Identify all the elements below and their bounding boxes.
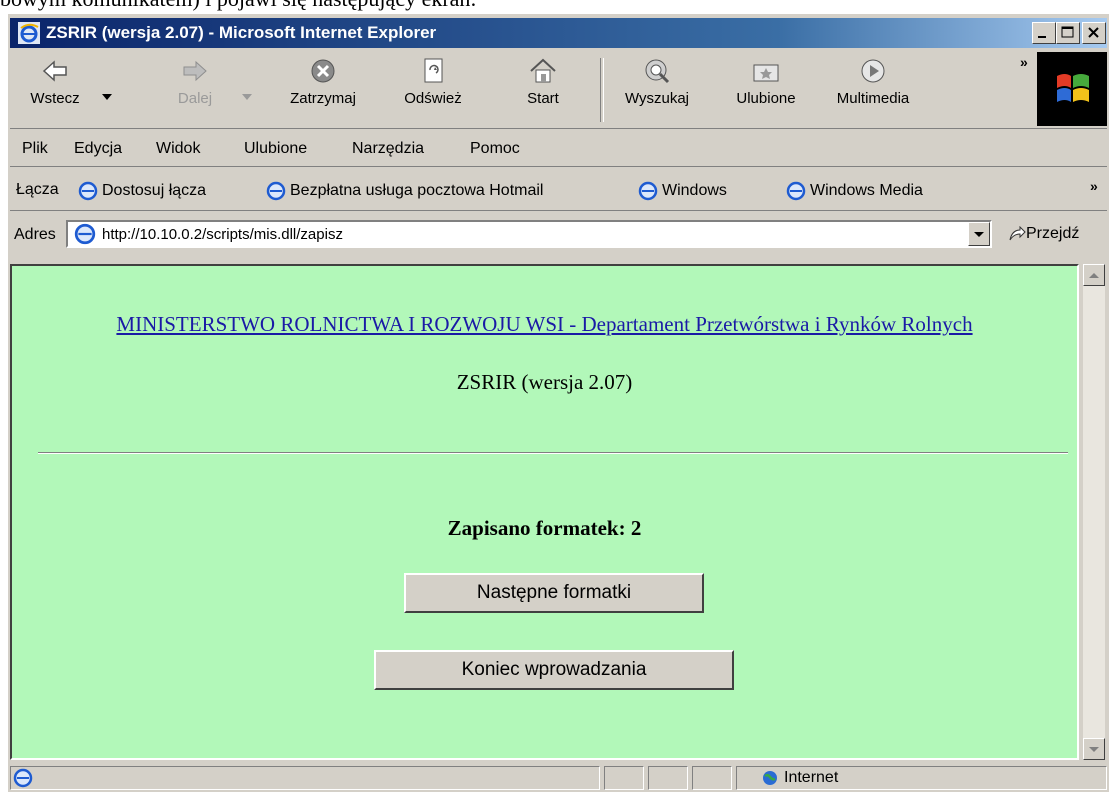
back-label: Wstecz <box>30 90 80 107</box>
scroll-up-icon <box>1089 273 1099 278</box>
address-input[interactable]: http://10.10.0.2/scripts/mis.dll/zapisz <box>66 220 992 248</box>
back-button[interactable]: Wstecz <box>20 56 90 107</box>
ministry-header-link[interactable]: MINISTERSTWO ROLNICTWA I ROZWOJU WSI - D… <box>42 308 1047 340</box>
saved-forms-message: Zapisano formatek: 2 <box>447 516 642 540</box>
media-label: Multimedia <box>836 90 910 107</box>
end-input-button[interactable]: Koniec wprowadzania <box>374 650 734 690</box>
status-pane <box>648 766 688 790</box>
media-button[interactable]: Multimedia <box>824 56 922 107</box>
home-label: Start <box>527 90 559 107</box>
menu-tools[interactable]: Narzędzia <box>352 140 424 158</box>
scroll-down-button[interactable] <box>1083 738 1105 760</box>
home-button[interactable]: Start <box>518 56 568 107</box>
close-button[interactable] <box>1082 22 1106 44</box>
maximize-icon <box>1061 26 1074 38</box>
minimize-button[interactable] <box>1032 22 1056 44</box>
link-customize[interactable]: Dostosuj łącza <box>78 181 206 201</box>
link-windows-media[interactable]: Windows Media <box>786 181 923 201</box>
windows-logo-icon <box>1037 52 1107 126</box>
refresh-label: Odśwież <box>404 90 462 107</box>
link-windows[interactable]: Windows <box>638 181 727 201</box>
horizontal-rule <box>38 452 1068 454</box>
chevron-down-icon <box>974 232 984 237</box>
ie-page-icon <box>266 181 286 201</box>
search-button[interactable]: Wyszukaj <box>614 56 700 107</box>
menu-favorites[interactable]: Ulubione <box>244 140 307 158</box>
status-bar: Internet <box>10 762 1107 792</box>
address-bar: Adres http://10.10.0.2/scripts/mis.dll/z… <box>10 214 1107 254</box>
ie-page-icon <box>786 181 806 201</box>
favorites-folder-icon <box>753 64 779 82</box>
menu-edit[interactable]: Edycja <box>74 140 122 158</box>
link-windows-media-label: Windows Media <box>810 182 923 200</box>
globe-icon <box>763 770 777 785</box>
back-dropdown-icon[interactable] <box>102 94 112 102</box>
forward-label: Dalej <box>177 90 213 107</box>
media-icon <box>861 59 885 83</box>
ie-page-icon <box>13 768 33 788</box>
scroll-down-icon <box>1089 747 1099 752</box>
ie-page-icon <box>78 181 98 201</box>
ie-app-icon <box>18 22 40 44</box>
forward-button[interactable]: Dalej <box>160 56 230 107</box>
stop-icon <box>311 59 335 83</box>
forward-arrow-icon <box>183 60 207 82</box>
minimize-icon <box>1038 36 1046 38</box>
link-hotmail[interactable]: Bezpłatna usługa pocztowa Hotmail <box>266 181 543 201</box>
menu-bar: Plik Edycja Widok Ulubione Narzędzia Pom… <box>10 132 1107 167</box>
next-forms-button[interactable]: Następne formatki <box>404 573 704 613</box>
title-bar[interactable]: ZSRIR (wersja 2.07) - Microsoft Internet… <box>10 18 1107 48</box>
address-label: Adres <box>14 226 56 243</box>
go-label: Przejdź <box>1026 225 1080 242</box>
home-icon <box>530 58 556 83</box>
back-arrow-icon <box>42 60 67 82</box>
status-main-pane <box>10 766 600 790</box>
scroll-up-button[interactable] <box>1083 264 1105 286</box>
link-customize-label: Dostosuj łącza <box>102 182 207 200</box>
search-icon <box>645 59 670 84</box>
address-dropdown-button[interactable] <box>968 222 990 246</box>
favorites-button[interactable]: Ulubione <box>724 56 808 107</box>
close-icon <box>1088 27 1099 38</box>
search-label: Wyszukaj <box>624 90 690 107</box>
status-zone-label: Internet <box>784 769 839 786</box>
ie-page-icon <box>74 223 96 245</box>
version-text: ZSRIR (wersja 2.07) <box>456 370 633 394</box>
menu-view[interactable]: Widok <box>156 140 200 158</box>
links-label: Łącza <box>16 181 59 198</box>
status-pane <box>692 766 732 790</box>
vertical-scrollbar[interactable] <box>1083 264 1105 760</box>
stop-button[interactable]: Zatrzymaj <box>282 56 364 107</box>
standard-toolbar: Wstecz Dalej Zatrzymaj Odśwież Start Wys… <box>10 52 1107 129</box>
links-bar: Łącza Dostosuj łącza Bezpłatna usługa po… <box>10 170 1107 211</box>
link-hotmail-label: Bezpłatna usługa pocztowa Hotmail <box>290 182 544 200</box>
stop-label: Zatrzymaj <box>290 90 356 107</box>
maximize-button[interactable] <box>1056 22 1080 44</box>
menu-file[interactable]: Plik <box>22 140 48 158</box>
links-overflow-chevron[interactable]: » <box>1090 178 1098 194</box>
refresh-icon <box>424 58 443 83</box>
refresh-button[interactable]: Odśwież <box>392 56 474 107</box>
window-title: ZSRIR (wersja 2.07) - Microsoft Internet… <box>46 23 437 42</box>
browser-window: ZSRIR (wersja 2.07) - Microsoft Internet… <box>6 12 1109 792</box>
forward-dropdown-icon[interactable] <box>242 94 252 102</box>
menu-help[interactable]: Pomoc <box>470 140 520 158</box>
document-text-fragment: bowym komunikatem) i pojawi się następuj… <box>0 0 1109 12</box>
ie-page-icon <box>638 181 658 201</box>
toolbar-overflow-chevron[interactable]: » <box>1020 54 1028 70</box>
go-button[interactable]: Przejdź <box>1008 225 1079 243</box>
link-windows-label: Windows <box>662 182 727 200</box>
toolbar-separator <box>600 58 604 122</box>
address-url: http://10.10.0.2/scripts/mis.dll/zapisz <box>102 226 343 243</box>
favorites-label: Ulubione <box>736 90 796 107</box>
page-content: MINISTERSTWO ROLNICTWA I ROZWOJU WSI - D… <box>10 264 1079 760</box>
status-zone: Internet <box>762 769 838 787</box>
status-pane <box>604 766 644 790</box>
go-arrow-icon <box>1009 225 1026 241</box>
